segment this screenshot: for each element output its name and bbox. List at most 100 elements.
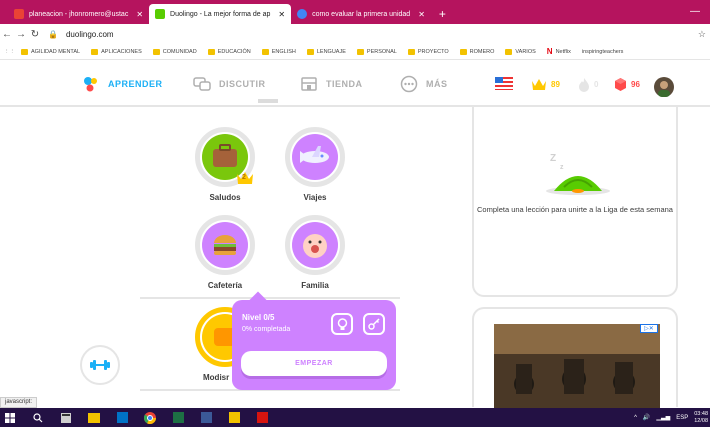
taskbar-app[interactable]	[112, 408, 132, 427]
url-input[interactable]: duolingo.com	[66, 30, 114, 39]
gems-counter[interactable]: 96	[614, 77, 640, 92]
test-out-button[interactable]	[363, 313, 385, 335]
popup-progress: 0% completada	[242, 326, 291, 333]
skill-viajes[interactable]: Viajes	[275, 127, 355, 202]
folder-icon	[459, 48, 467, 55]
folder-icon	[91, 48, 99, 55]
key-icon	[368, 318, 380, 330]
apps-icon[interactable]: ⋮⋮	[4, 49, 15, 55]
bookmark-folder[interactable]: EDUCACIÓN	[207, 48, 251, 55]
clock[interactable]: 03:48 12/08	[694, 411, 708, 425]
nav-discutir[interactable]: DISCUTIR	[193, 75, 266, 93]
bookmark-folder[interactable]: ENGLISH	[261, 48, 296, 55]
ad-card: ▷✕	[472, 307, 678, 409]
taskbar-app[interactable]	[84, 408, 104, 427]
bookmark-folder[interactable]: ROMERO	[459, 48, 495, 55]
lock-icon: 🔒	[48, 29, 58, 39]
bookmark-folder[interactable]: COMUNIDAD	[152, 48, 197, 55]
adchoices-icon[interactable]: ▷✕	[640, 324, 658, 333]
forward-icon[interactable]: →	[14, 29, 28, 40]
tab-label: como evaluar la primera unidad	[312, 10, 411, 18]
skill-saludos[interactable]: 2 Saludos	[185, 127, 265, 202]
taskbar-app[interactable]	[140, 408, 160, 427]
search-button[interactable]	[28, 408, 48, 427]
bookmark-netflix[interactable]: N Netflix	[547, 47, 571, 56]
bookmark-folder[interactable]: AGILIDAD MENTAL	[21, 48, 81, 55]
streak-counter[interactable]: 0	[578, 77, 598, 92]
nav-tienda[interactable]: TIENDA	[300, 75, 363, 93]
language-indicator[interactable]: ESP	[676, 415, 688, 421]
start-button[interactable]	[0, 408, 20, 427]
taskbar-app[interactable]	[252, 408, 272, 427]
popup-level: Nivel 0/5	[242, 313, 275, 322]
nav-mas[interactable]: MÁS	[400, 75, 448, 93]
sticky-notes-icon	[228, 412, 240, 423]
avatar[interactable]	[654, 77, 674, 97]
discuss-icon	[193, 77, 211, 91]
netflix-icon: N	[546, 47, 553, 56]
skill-ring	[285, 215, 345, 275]
gmail-icon	[14, 9, 24, 19]
tab-gmail[interactable]: planeacion - jhonromero@ustac ✕	[8, 4, 149, 24]
skill-ring: 2	[195, 127, 255, 187]
bookmark-label: PROYECTO	[417, 48, 449, 55]
duolingo-favicon-icon	[155, 9, 166, 19]
streak-value: 0	[594, 80, 599, 89]
volume-icon[interactable]: 🔊	[643, 414, 650, 421]
taskbar-app[interactable]	[168, 408, 188, 427]
screen: planeacion - jhonromero@ustac ✕ Duolingo…	[0, 0, 710, 427]
crown-level: 2	[242, 174, 246, 181]
duolingo-header: APRENDER DISCUTIR TIENDA MÁS 89 0 96	[0, 61, 710, 107]
tips-button[interactable]	[331, 313, 353, 335]
taskview-button[interactable]	[56, 408, 76, 427]
bookmark-label: COMUNIDAD	[162, 48, 197, 55]
close-icon[interactable]: ✕	[136, 10, 143, 19]
nav-aprender[interactable]: APRENDER	[82, 75, 163, 93]
bookmark-label: LENGUAJE	[316, 48, 346, 55]
bookmark-folder[interactable]: APLICACIONES	[91, 48, 142, 55]
language-flag[interactable]	[495, 77, 513, 90]
ad-image[interactable]: ▷✕	[494, 324, 660, 409]
nav-label: MÁS	[426, 79, 448, 89]
close-icon[interactable]: ✕	[418, 10, 425, 19]
bookmark-label: AGILIDAD MENTAL	[31, 48, 81, 55]
burger-icon	[202, 222, 248, 268]
league-message: Completa una lección para unirte a la Li…	[477, 205, 673, 214]
bookmark-folder[interactable]: VARIOS	[505, 48, 536, 55]
tab-label: planeacion - jhonromero@ustac	[29, 10, 129, 18]
more-icon	[400, 75, 418, 93]
skill-cafeteria[interactable]: Cafetería	[185, 215, 265, 290]
bookmark-folder[interactable]: PERSONAL	[356, 48, 397, 55]
minimize-icon[interactable]: —	[690, 6, 700, 17]
practice-button[interactable]	[80, 345, 120, 385]
section-divider	[140, 297, 400, 299]
google-icon	[297, 9, 308, 19]
crowns-counter[interactable]: 89	[531, 77, 560, 91]
bookmark-folder[interactable]: LENGUAJE	[306, 48, 346, 55]
dumbbell-icon	[90, 360, 110, 370]
skill-ring	[285, 127, 345, 187]
reload-icon[interactable]: ↻	[28, 29, 42, 40]
skill-name: Cafetería	[207, 281, 243, 290]
calculator-icon	[61, 412, 71, 423]
folder-icon	[21, 48, 28, 55]
folder-icon	[207, 48, 215, 55]
tab-duolingo[interactable]: Duolingo - La mejor forma de ap ✕	[149, 4, 292, 24]
nav-label: APRENDER	[108, 79, 163, 89]
bookmark-star-icon[interactable]: ☆	[698, 29, 706, 40]
new-tab-button[interactable]: +	[431, 4, 454, 24]
network-icon[interactable]: ▁▃▅	[656, 414, 670, 421]
chevron-up-icon[interactable]: ^	[634, 415, 637, 421]
bookmark-folder[interactable]: PROYECTO	[407, 48, 449, 55]
tab-google[interactable]: como evaluar la primera unidad ✕	[291, 4, 431, 24]
back-icon[interactable]: ←	[0, 29, 14, 40]
taskbar-app[interactable]	[224, 408, 244, 427]
avatar-icon	[654, 77, 674, 97]
bookmark-inspiringteachers[interactable]: inspiringteachers	[582, 49, 624, 55]
start-lesson-button[interactable]: EMPEZAR	[241, 351, 387, 376]
skill-familia[interactable]: Familia	[275, 215, 355, 290]
taskbar-app[interactable]	[196, 408, 216, 427]
bookmark-label: ROMERO	[469, 48, 495, 55]
search-icon	[33, 412, 43, 422]
close-icon[interactable]: ✕	[278, 10, 285, 19]
